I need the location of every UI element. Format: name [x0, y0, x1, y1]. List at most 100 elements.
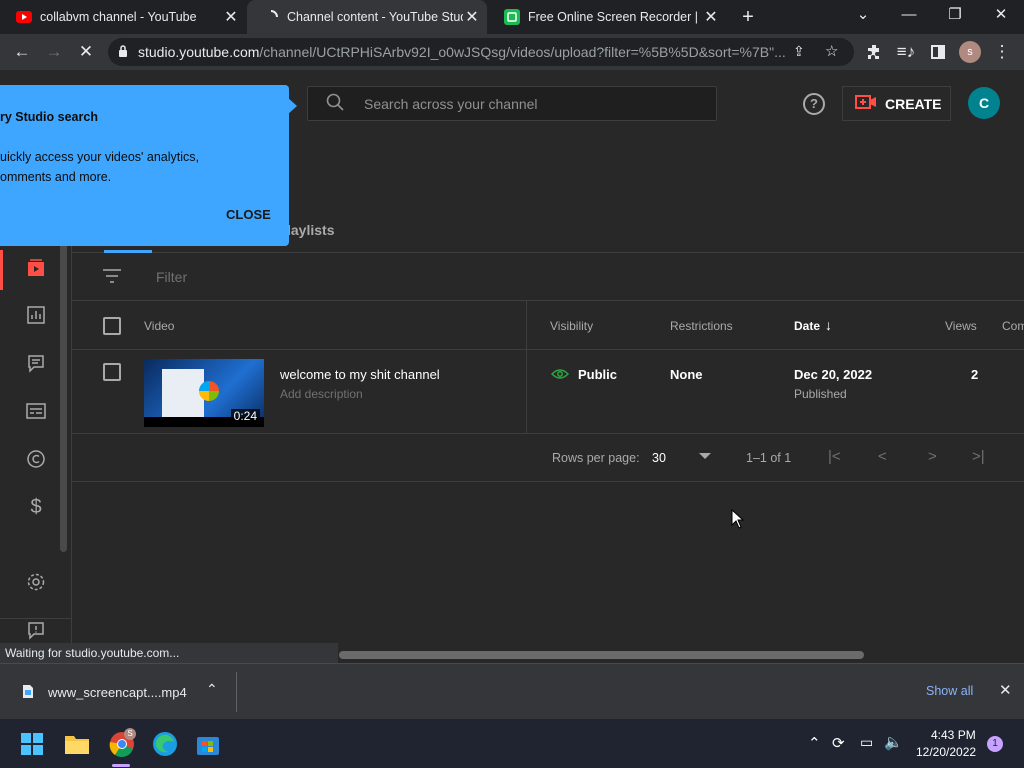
next-page-icon[interactable]: >: [928, 448, 937, 465]
address-bar[interactable]: studio.youtube.com /channel/UCtRPHiSArbv…: [108, 38, 854, 66]
url-path: /channel/UCtRPHiSArbv92I_o0wJSQsg/videos…: [259, 44, 786, 60]
search-icon: [326, 93, 344, 114]
clock-date[interactable]: 12/20/2022: [916, 745, 976, 759]
more-menu-icon[interactable]: ⋮: [988, 38, 1016, 66]
volume-icon[interactable]: 🔈: [884, 733, 903, 751]
tooltip-title: ry Studio search: [0, 110, 98, 124]
close-tab-icon[interactable]: ✕: [222, 7, 240, 27]
channel-search-input[interactable]: Search across your channel: [307, 86, 717, 121]
forward-arrow-icon[interactable]: →: [40, 38, 68, 66]
active-app-indicator: [112, 764, 130, 767]
filter-icon[interactable]: [102, 269, 122, 288]
first-page-icon[interactable]: |<: [828, 448, 841, 465]
windows-start-icon[interactable]: [21, 733, 43, 760]
sort-down-arrow-icon[interactable]: ↓: [825, 317, 832, 333]
show-hidden-icons-icon[interactable]: ⌃: [808, 734, 821, 752]
stop-loading-icon[interactable]: ✕: [72, 38, 100, 66]
browser-tab-strip: collabvm channel - YouTube ✕ Channel con…: [0, 0, 1024, 34]
visibility-value[interactable]: Public: [578, 367, 617, 382]
video-title[interactable]: welcome to my shit channel: [280, 367, 440, 382]
date-value: Dec 20, 2022: [794, 367, 873, 382]
table-row[interactable]: 0:24 welcome to my shit channel Add desc…: [72, 350, 1024, 434]
recorder-icon: [504, 9, 520, 25]
rows-per-page-select[interactable]: 30: [652, 451, 666, 465]
column-comments[interactable]: Com: [1002, 319, 1024, 333]
url-host: studio.youtube.com: [138, 44, 260, 60]
feedback-icon[interactable]: [24, 618, 48, 642]
restrictions-value: None: [670, 367, 703, 382]
clock-time[interactable]: 4:43 PM: [931, 728, 976, 742]
pagination: Rows per page: 30 1–1 of 1 |< < > >|: [72, 434, 1024, 482]
subtitles-icon[interactable]: [24, 399, 48, 423]
comments-icon[interactable]: [24, 351, 48, 375]
earn-icon[interactable]: $: [24, 495, 48, 519]
close-window-button[interactable]: ✕: [978, 0, 1024, 30]
extensions-icon[interactable]: [860, 38, 888, 66]
column-restrictions[interactable]: Restrictions: [670, 319, 733, 333]
row-checkbox[interactable]: [103, 363, 121, 381]
tab-channel-content[interactable]: Channel content - YouTube Studio ✕: [247, 0, 487, 34]
content-icon[interactable]: [24, 256, 48, 280]
video-description[interactable]: Add description: [280, 387, 363, 401]
windows-logo-icon: [199, 381, 219, 401]
horizontal-scrollbar[interactable]: [339, 651, 864, 659]
tab-title: Channel content - YouTube Studio: [287, 10, 463, 24]
tooltip-close-button[interactable]: CLOSE: [226, 207, 271, 222]
edge-icon[interactable]: [152, 731, 178, 762]
tab-search-icon[interactable]: ⌄: [840, 0, 886, 30]
back-arrow-icon[interactable]: ←: [8, 38, 36, 66]
file-explorer-icon[interactable]: [64, 733, 90, 760]
bookmark-star-icon[interactable]: ☆: [825, 42, 838, 60]
chrome-profile-badge: S: [124, 728, 136, 740]
download-bar: www_screencapt....mp4 ⌃ Show all ✕: [0, 663, 1024, 719]
filter-bar: Filter: [72, 253, 1024, 301]
close-download-bar-icon[interactable]: ✕: [999, 681, 1012, 699]
copyright-icon[interactable]: [24, 447, 48, 471]
close-tab-icon[interactable]: ✕: [702, 7, 720, 27]
prev-page-icon[interactable]: <: [878, 448, 887, 465]
account-avatar[interactable]: C: [968, 87, 1000, 119]
close-tab-icon[interactable]: ✕: [463, 7, 481, 27]
microsoft-store-icon[interactable]: [196, 732, 220, 761]
tooltip-line-2: omments and more.: [0, 170, 112, 184]
notification-badge[interactable]: 1: [987, 736, 1003, 752]
loading-icon: [263, 9, 279, 25]
help-icon[interactable]: ?: [803, 93, 825, 115]
eye-icon: [550, 367, 570, 385]
settings-gear-icon[interactable]: [24, 570, 48, 594]
new-tab-button[interactable]: +: [736, 5, 760, 29]
side-panel-icon[interactable]: [924, 38, 952, 66]
analytics-icon[interactable]: [24, 303, 48, 327]
minimize-button[interactable]: —: [886, 0, 932, 30]
show-all-button[interactable]: Show all: [926, 684, 973, 698]
profile-avatar[interactable]: s: [956, 38, 984, 66]
network-icon[interactable]: ▭: [860, 734, 873, 751]
column-date[interactable]: Date: [794, 319, 820, 333]
share-icon[interactable]: ⇪: [793, 43, 805, 60]
status-bubble: Waiting for studio.youtube.com...: [0, 643, 338, 663]
filter-input[interactable]: Filter: [156, 269, 187, 285]
video-thumbnail[interactable]: 0:24: [144, 359, 264, 427]
chevron-up-icon[interactable]: ⌃: [206, 681, 218, 698]
last-page-icon[interactable]: >|: [972, 448, 985, 465]
dropdown-arrow-icon[interactable]: [699, 453, 711, 459]
download-filename[interactable]: www_screencapt....mp4: [48, 685, 187, 700]
restore-button[interactable]: ❐: [932, 0, 978, 30]
select-all-checkbox[interactable]: [103, 317, 121, 335]
file-icon: [22, 684, 34, 704]
youtube-icon: [16, 9, 32, 25]
column-views[interactable]: Views: [945, 319, 977, 333]
media-control-icon[interactable]: ≡♪: [892, 38, 920, 66]
tab-screen-recorder[interactable]: Free Online Screen Recorder | Online ✕: [488, 0, 726, 34]
tab-playlists[interactable]: laylists: [287, 222, 334, 238]
tooltip-line-1: uickly access your videos' analytics,: [0, 150, 199, 164]
thumbnail-window: [162, 369, 204, 417]
video-duration: 0:24: [230, 409, 260, 423]
create-button[interactable]: CREATE: [842, 86, 951, 121]
column-visibility[interactable]: Visibility: [550, 319, 593, 333]
tab-youtube-channel[interactable]: collabvm channel - YouTube ✕: [0, 0, 246, 34]
views-value: 2: [971, 367, 979, 382]
search-placeholder: Search across your channel: [364, 95, 538, 112]
sync-icon[interactable]: ⟳: [832, 734, 845, 752]
active-indicator: [0, 250, 3, 290]
